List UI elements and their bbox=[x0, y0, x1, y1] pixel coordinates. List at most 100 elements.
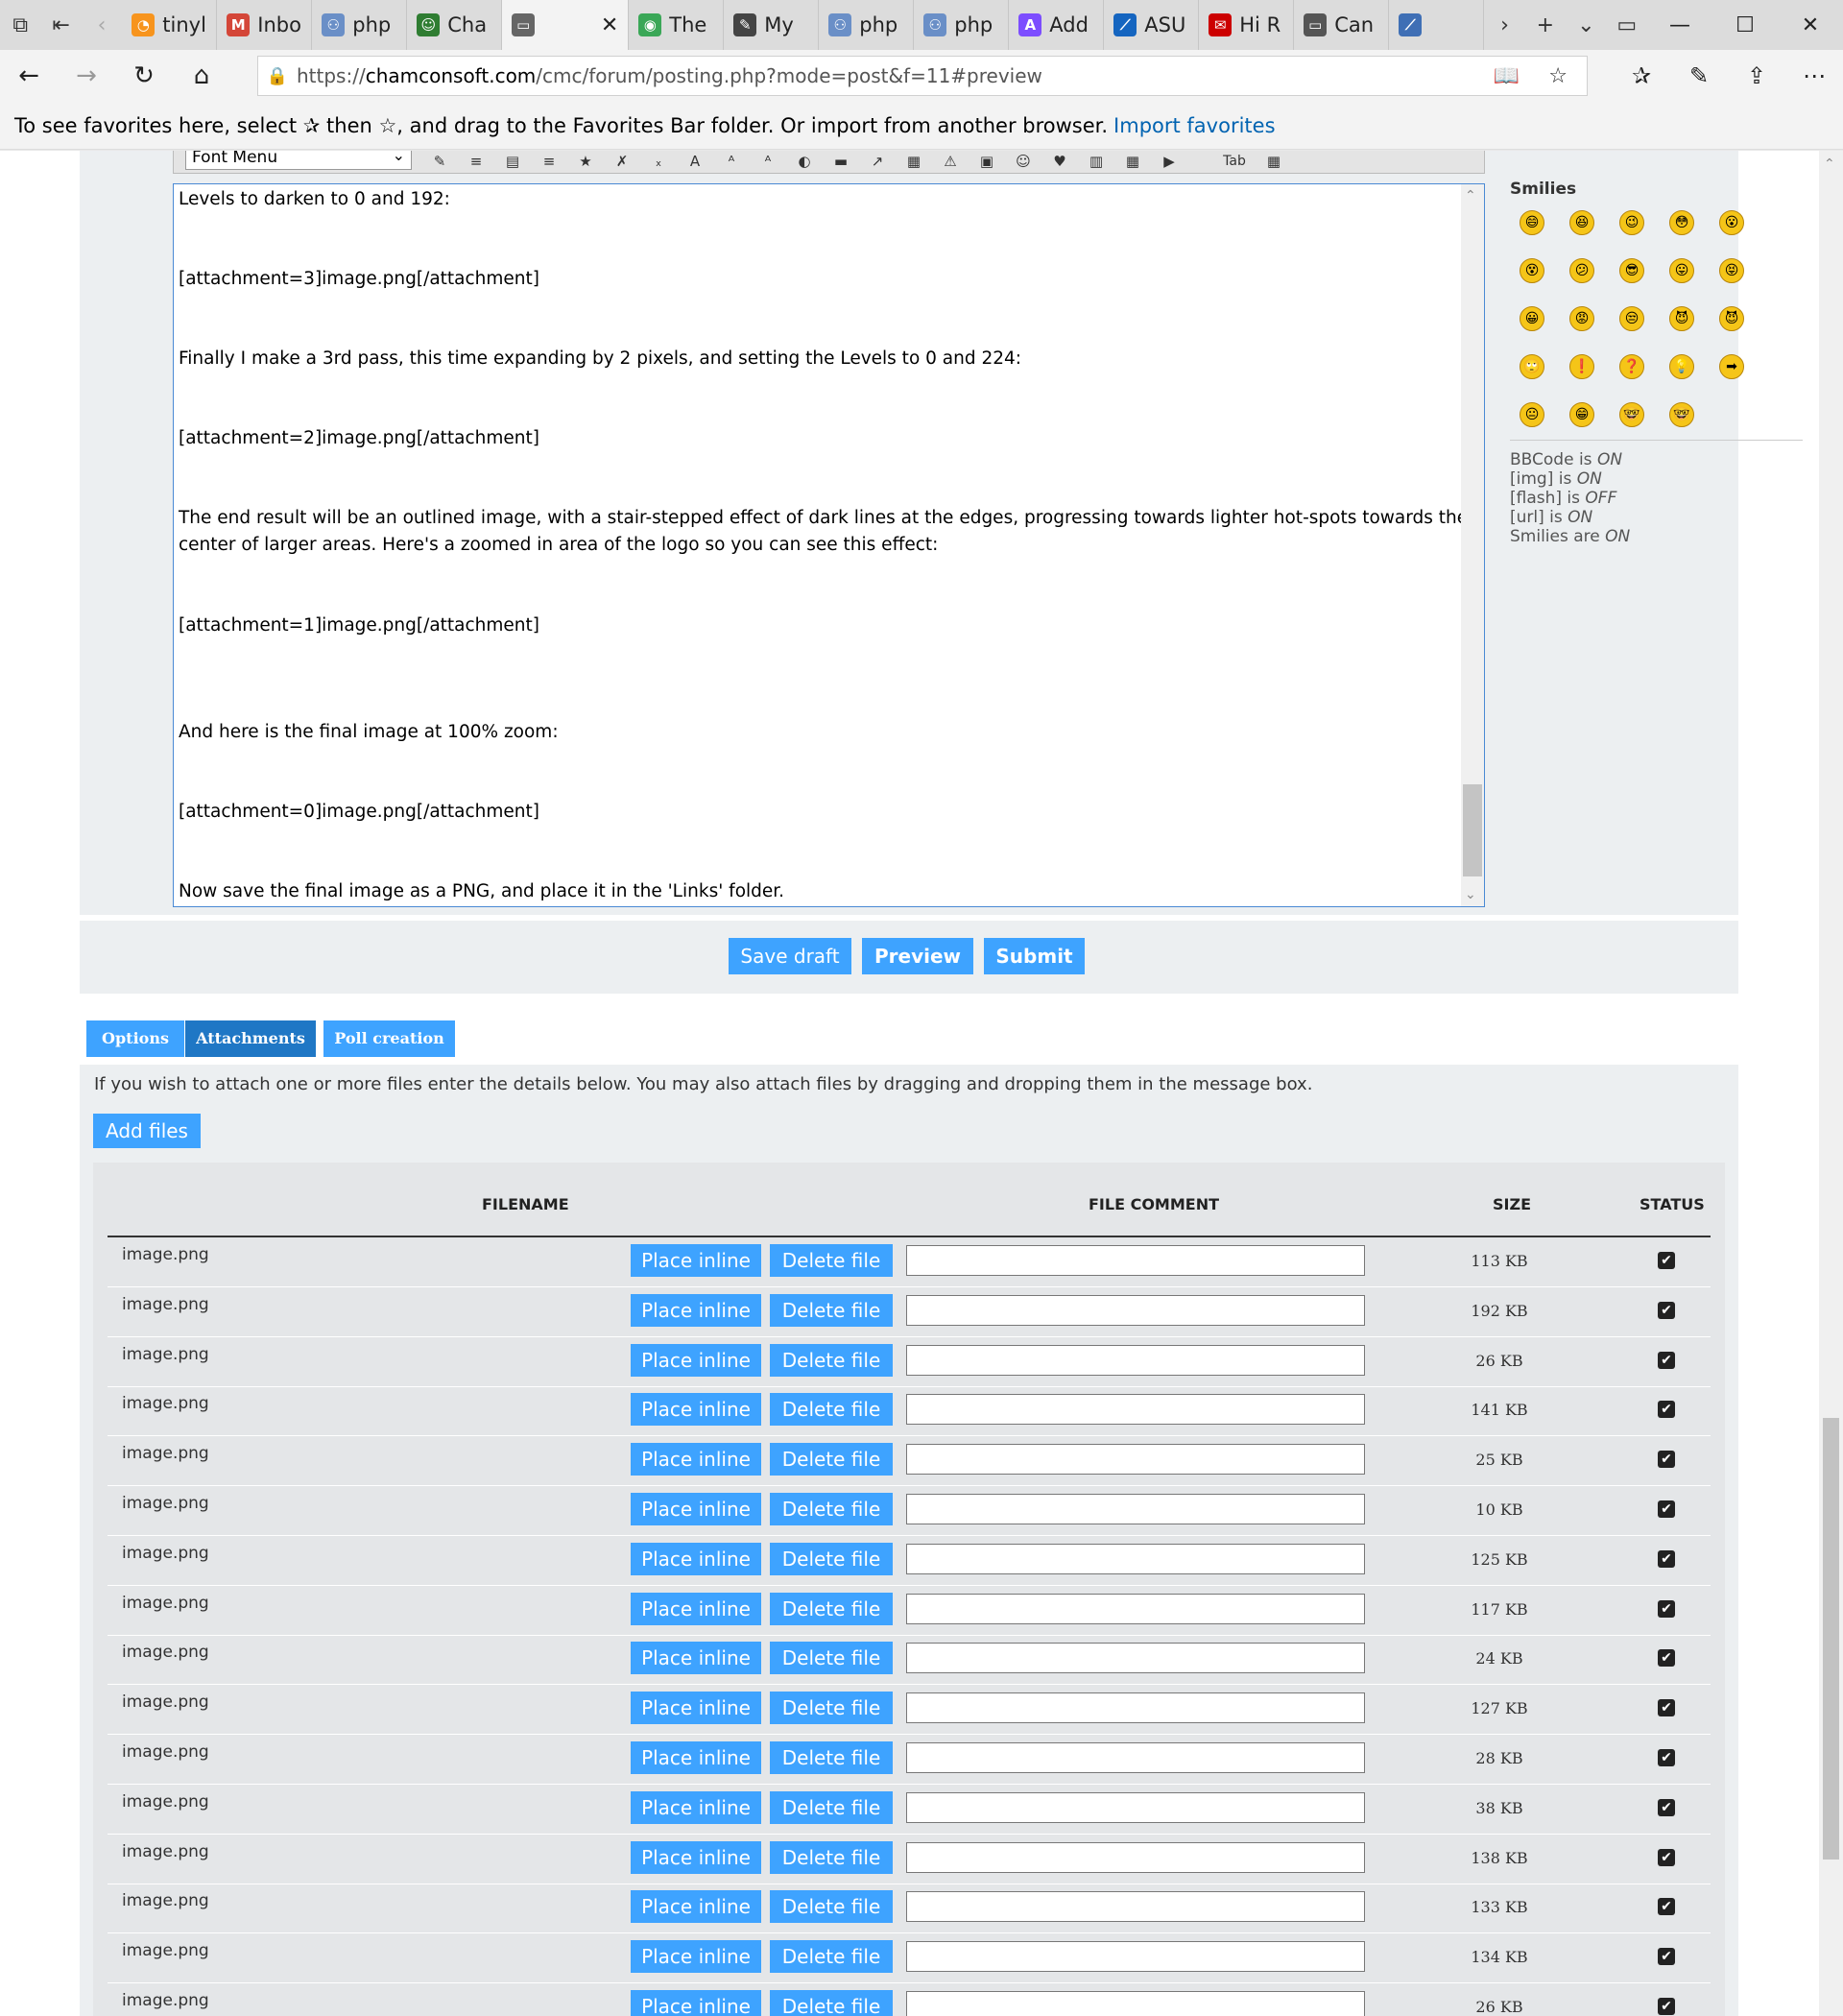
play-icon[interactable]: ▶ bbox=[1159, 153, 1180, 170]
star-icon[interactable]: ★ bbox=[575, 153, 596, 170]
status-checkbox[interactable]: ✔ bbox=[1658, 1252, 1675, 1269]
file-comment-input[interactable] bbox=[906, 1692, 1365, 1724]
status-checkbox[interactable]: ✔ bbox=[1658, 1301, 1675, 1319]
file-comment-input[interactable] bbox=[906, 1394, 1365, 1426]
new-tab-icon[interactable]: + bbox=[1525, 0, 1566, 50]
status-checkbox[interactable]: ✔ bbox=[1658, 1948, 1675, 1966]
status-checkbox[interactable]: ✔ bbox=[1658, 1798, 1675, 1816]
smiley-icon[interactable]: ❗ bbox=[1569, 354, 1594, 379]
browser-tab[interactable]: ⟋ bbox=[1389, 0, 1485, 50]
smiley-icon[interactable]: 😆 bbox=[1569, 210, 1594, 235]
smiley-icon[interactable]: 😉 bbox=[1619, 210, 1644, 235]
page-scrollbar[interactable]: ⌃ bbox=[1819, 151, 1843, 2016]
smiley-icon[interactable]: 😄 bbox=[1520, 210, 1544, 235]
page-scroll-thumb[interactable] bbox=[1823, 1418, 1839, 1860]
browser-tab[interactable]: ✉ Hi R bbox=[1199, 0, 1295, 50]
font-color-icon[interactable]: A bbox=[684, 153, 706, 170]
list-icon[interactable]: ≡ bbox=[539, 153, 560, 170]
place-inline-button[interactable]: Place inline bbox=[631, 1493, 761, 1525]
delete-file-button[interactable]: Delete file bbox=[770, 1642, 893, 1675]
clear-icon[interactable]: ✗ bbox=[611, 153, 633, 170]
file-comment-input[interactable] bbox=[906, 1643, 1365, 1674]
status-checkbox[interactable]: ✔ bbox=[1658, 1699, 1675, 1717]
delete-file-button[interactable]: Delete file bbox=[770, 1293, 893, 1327]
delete-file-button[interactable]: Delete file bbox=[770, 1244, 893, 1277]
smiley-icon[interactable]: 😛 bbox=[1669, 258, 1694, 283]
image-icon[interactable]: ▦ bbox=[903, 153, 924, 170]
place-inline-button[interactable]: Place inline bbox=[631, 1890, 761, 1924]
place-inline-button[interactable]: Place inline bbox=[631, 1293, 761, 1327]
smiley-icon[interactable]: 😝 bbox=[1719, 258, 1744, 283]
set-aside-tabs-icon[interactable]: ⇤ bbox=[40, 0, 81, 50]
browser-tab[interactable]: ✎ My bbox=[724, 0, 820, 50]
lock-icon[interactable]: 🔒 bbox=[258, 66, 297, 86]
file-comment-input[interactable] bbox=[906, 1494, 1365, 1524]
close-tab-icon[interactable]: ✕ bbox=[601, 13, 618, 37]
status-checkbox[interactable]: ✔ bbox=[1658, 1649, 1675, 1668]
file-comment-input[interactable] bbox=[906, 1344, 1365, 1376]
page-icon[interactable]: ▥ bbox=[1086, 153, 1107, 170]
smiley-icon[interactable]: 😀 bbox=[1520, 306, 1544, 331]
emoji-icon[interactable]: ☺ bbox=[1013, 153, 1034, 170]
web-note-icon[interactable]: ✎ bbox=[1670, 50, 1728, 102]
maximize-icon[interactable]: ☐ bbox=[1712, 0, 1778, 50]
status-checkbox[interactable]: ✔ bbox=[1658, 1500, 1675, 1518]
tab-actions-icon[interactable]: ⧉ bbox=[0, 0, 40, 50]
delete-file-button[interactable]: Delete file bbox=[770, 1990, 893, 2016]
forward-icon[interactable]: → bbox=[58, 50, 115, 102]
smiley-icon[interactable]: 😈 bbox=[1669, 306, 1694, 331]
font-menu-select[interactable]: Font Menu ⌄ bbox=[185, 151, 412, 170]
refresh-icon[interactable]: ↻ bbox=[115, 50, 173, 102]
file-comment-input[interactable] bbox=[906, 1593, 1365, 1624]
status-checkbox[interactable]: ✔ bbox=[1658, 1749, 1675, 1766]
browser-tab[interactable]: ⚇ php bbox=[312, 0, 408, 50]
smiley-icon[interactable]: 😎 bbox=[1619, 258, 1644, 283]
smiley-icon[interactable]: ❓ bbox=[1619, 354, 1644, 379]
preview-button[interactable]: Preview bbox=[862, 938, 973, 974]
box-icon[interactable]: ▣ bbox=[976, 153, 997, 170]
delete-file-button[interactable]: Delete file bbox=[770, 1493, 893, 1525]
scroll-up-icon[interactable]: ⌃ bbox=[1465, 188, 1476, 204]
smiley-icon[interactable]: 🤓 bbox=[1619, 402, 1644, 427]
place-inline-button[interactable]: Place inline bbox=[631, 1542, 761, 1575]
share-icon[interactable]: ⇪ bbox=[1728, 50, 1785, 102]
close-window-icon[interactable]: ✕ bbox=[1778, 0, 1843, 50]
pointer-icon[interactable]: ↗ bbox=[867, 153, 888, 170]
smiley-icon[interactable]: 😐 bbox=[1520, 402, 1544, 427]
highlight-icon[interactable]: ✎ bbox=[429, 153, 450, 170]
delete-file-button[interactable]: Delete file bbox=[770, 1890, 893, 1924]
smiley-icon[interactable]: 😵 bbox=[1520, 258, 1544, 283]
delete-file-button[interactable]: Delete file bbox=[770, 1443, 893, 1476]
warning-icon[interactable]: ⚠ bbox=[940, 153, 961, 170]
place-inline-button[interactable]: Place inline bbox=[631, 1642, 761, 1675]
tab-attachments[interactable]: Attachments bbox=[185, 1020, 316, 1057]
browser-tab[interactable]: ◉ The bbox=[629, 0, 725, 50]
place-inline-button[interactable]: Place inline bbox=[631, 1840, 761, 1874]
place-inline-button[interactable]: Place inline bbox=[631, 1592, 761, 1625]
gradient-icon[interactable]: ▬ bbox=[830, 153, 851, 170]
smiley-icon[interactable]: 😁 bbox=[1569, 402, 1594, 427]
page-scroll-up-icon[interactable]: ⌃ bbox=[1824, 156, 1835, 172]
textarea-scrollbar[interactable]: ⌃ ⌄ bbox=[1461, 184, 1484, 906]
smiley-icon[interactable]: 😕 bbox=[1569, 258, 1594, 283]
smiley-icon[interactable]: 😮 bbox=[1719, 210, 1744, 235]
status-checkbox[interactable]: ✔ bbox=[1658, 1898, 1675, 1916]
browser-tab[interactable]: M Inbo bbox=[217, 0, 313, 50]
more-icon[interactable]: ⋯ bbox=[1785, 50, 1843, 102]
place-inline-button[interactable]: Place inline bbox=[631, 1393, 761, 1427]
smiley-icon[interactable]: 😒 bbox=[1619, 306, 1644, 331]
tab-preview-icon[interactable]: ▭ bbox=[1607, 0, 1647, 50]
scroll-tabs-left-icon[interactable]: ‹ bbox=[82, 0, 122, 50]
status-checkbox[interactable]: ✔ bbox=[1658, 1351, 1675, 1369]
scroll-down-icon[interactable]: ⌄ bbox=[1465, 887, 1476, 902]
status-checkbox[interactable]: ✔ bbox=[1658, 1451, 1675, 1469]
place-inline-button[interactable]: Place inline bbox=[631, 1443, 761, 1476]
delete-file-button[interactable]: Delete file bbox=[770, 1741, 893, 1774]
scroll-tabs-right-icon[interactable]: › bbox=[1484, 0, 1524, 50]
drop-icon[interactable]: ◐ bbox=[794, 153, 815, 170]
text-style-icon[interactable]: ᴬ bbox=[757, 153, 778, 170]
status-checkbox[interactable]: ✔ bbox=[1658, 1998, 1675, 2015]
browser-tab[interactable]: A Add bbox=[1009, 0, 1105, 50]
import-favorites-link[interactable]: Import favorites bbox=[1113, 114, 1275, 137]
subscript-icon[interactable]: ₓ bbox=[648, 153, 669, 170]
